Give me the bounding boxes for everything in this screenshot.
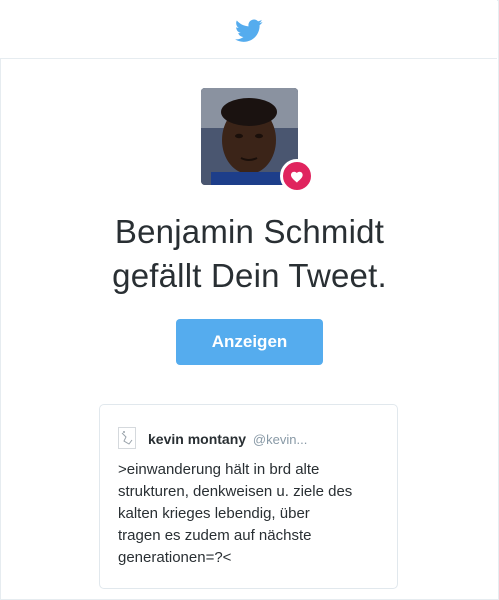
- heart-icon: [290, 171, 303, 183]
- tweet-author-avatar[interactable]: [118, 427, 136, 449]
- notification-headline: Benjamin Schmidt gefällt Dein Tweet.: [0, 210, 499, 298]
- tweet-author-handle: @kevin...: [252, 432, 308, 447]
- tweet-text-line: kalten krieges lebendig, über: [118, 505, 310, 522]
- view-button[interactable]: Anzeigen: [176, 319, 323, 365]
- tweet-text-line: strukturen, denkweisen u. ziele des: [118, 483, 353, 500]
- tweet-text-line: >einwanderung hält in brd alte: [118, 461, 320, 478]
- tweet-author-name[interactable]: kevin montany: [148, 431, 246, 447]
- heart-badge: [280, 159, 314, 193]
- header-bar: [0, 0, 497, 59]
- tweet-text-line: tragen es zudem auf nächste: [118, 527, 312, 544]
- tweet-card[interactable]: kevin montany @kevin... >einwanderung hä…: [99, 404, 398, 589]
- tweet-text: >einwanderung hält in brd alte strukture…: [118, 459, 388, 569]
- tweet-text-line: generationen=?<: [118, 549, 232, 566]
- headline-line-2: gefällt Dein Tweet.: [112, 257, 387, 294]
- tweet-author: kevin montany @kevin...: [148, 431, 307, 447]
- liker-avatar-group: [201, 88, 314, 193]
- twitter-bird-icon[interactable]: [235, 19, 263, 43]
- headline-line-1: Benjamin Schmidt: [114, 213, 385, 250]
